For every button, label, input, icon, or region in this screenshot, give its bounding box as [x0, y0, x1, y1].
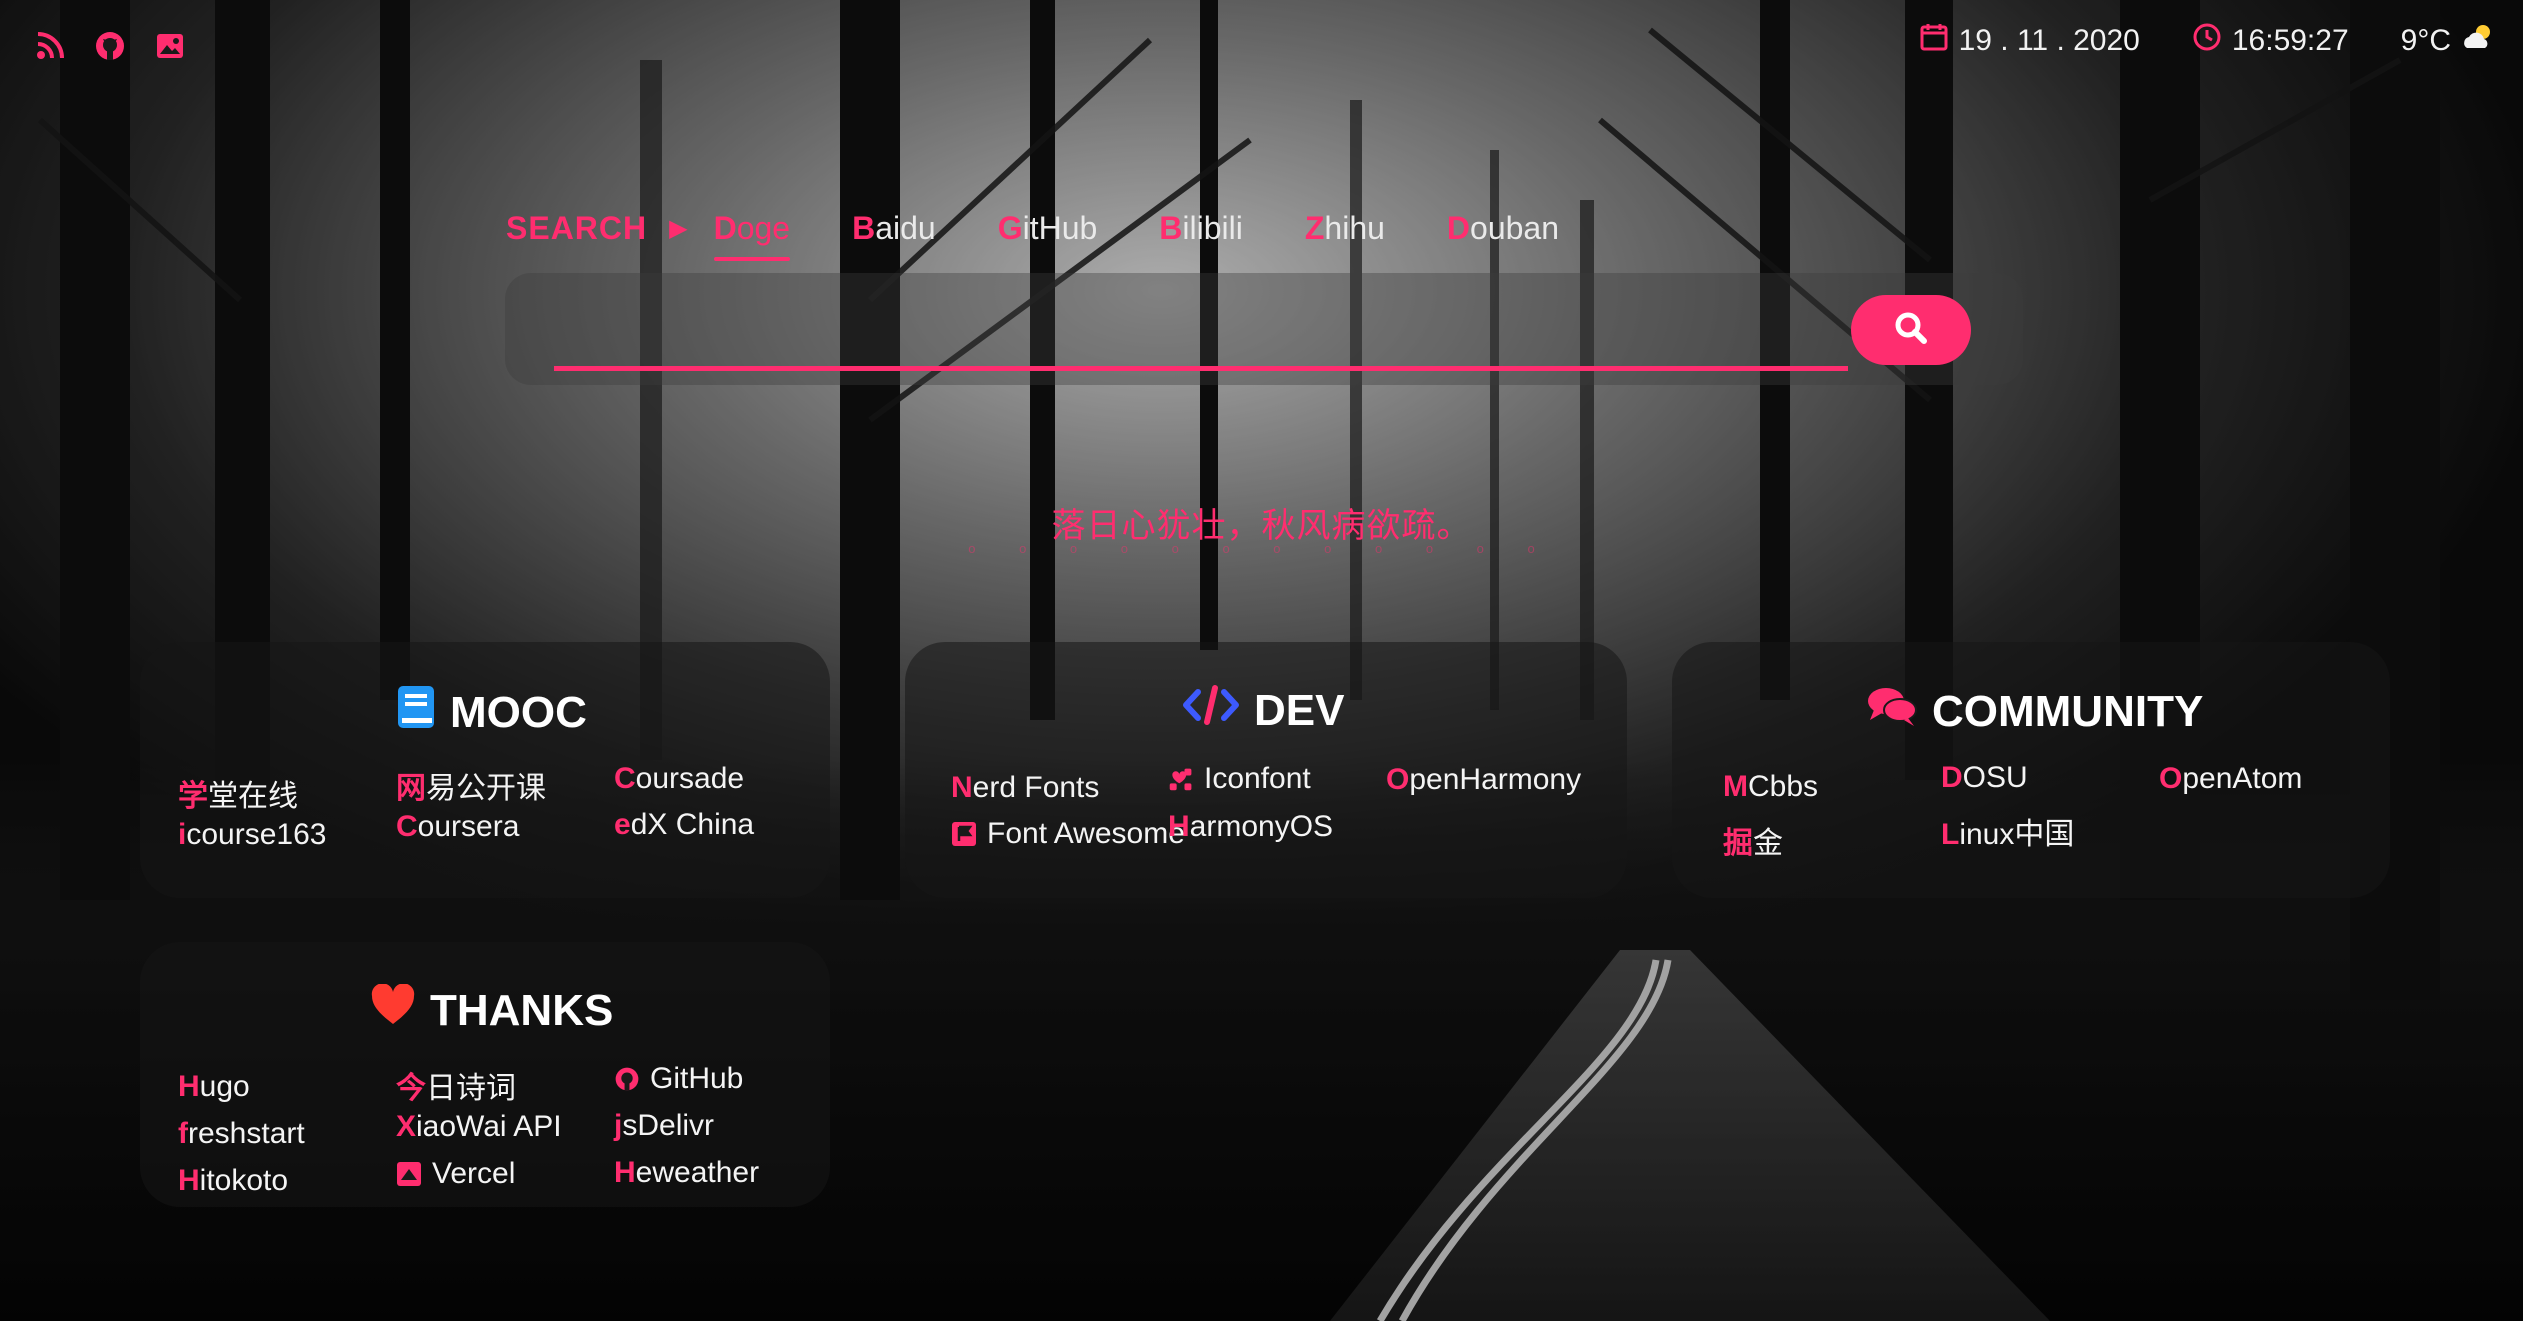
code-icon — [1182, 684, 1240, 737]
search-engine-tabs: SEARCH ▶ Doge Baidu GitHub Bilibili Zhih… — [506, 210, 1621, 261]
link-hugo[interactable]: Hugo — [178, 1070, 250, 1104]
link-jinrishici[interactable]: 今日诗词 — [396, 1063, 516, 1107]
link-coursera[interactable]: Coursera — [396, 810, 519, 844]
top-icon-bar — [32, 28, 188, 64]
link-hitokoto[interactable]: Hitokoto — [178, 1164, 288, 1198]
link-linux-cn[interactable]: Linux中国 — [1941, 809, 2074, 853]
link-nerd-fonts[interactable]: Nerd Fonts — [951, 771, 1099, 805]
tab-bilibili[interactable]: Bilibili — [1159, 210, 1243, 247]
comments-icon — [1866, 684, 1918, 739]
search-input[interactable] — [554, 300, 1848, 371]
tab-zhihu[interactable]: Zhihu — [1305, 210, 1385, 247]
time-text: 16:59:27 — [2231, 24, 2349, 57]
link-heweather[interactable]: Heweather — [614, 1156, 759, 1190]
dev-title: DEV — [1182, 684, 1344, 737]
link-freshstart[interactable]: freshstart — [178, 1117, 305, 1151]
font-awesome-icon — [951, 821, 977, 847]
weather-display: 9°C — [2401, 22, 2495, 60]
tab-baidu[interactable]: Baidu — [852, 210, 936, 247]
link-icourse163[interactable]: icourse163 — [178, 818, 326, 852]
link-edx-china[interactable]: edX China — [614, 808, 754, 842]
tab-doge[interactable]: Doge — [713, 210, 790, 261]
link-dosu[interactable]: DOSU — [1941, 761, 2028, 795]
link-coursade[interactable]: Coursade — [614, 762, 744, 796]
poem-decoration: o o o o o o o o o o o o — [968, 541, 1555, 556]
link-jsdelivr[interactable]: jsDelivr — [614, 1109, 714, 1143]
link-github[interactable]: GitHub — [614, 1062, 743, 1096]
github-icon — [614, 1066, 640, 1092]
link-harmonyos[interactable]: HarmonyOS — [1168, 810, 1333, 844]
heart-icon — [370, 983, 416, 1037]
link-mcbbs[interactable]: MCbbs — [1723, 770, 1818, 804]
date-display: 19 . 11 . 2020 — [1919, 22, 2140, 60]
search-label: SEARCH — [506, 210, 648, 246]
search-icon — [1891, 308, 1931, 353]
book-icon — [396, 684, 436, 741]
link-font-awesome[interactable]: Font Awesome — [951, 817, 1185, 851]
clock-icon — [2192, 22, 2222, 60]
image-icon[interactable] — [152, 28, 188, 64]
date-text: 19 . 11 . 2020 — [1958, 24, 2140, 57]
link-iconfont[interactable]: Iconfont — [1168, 762, 1311, 796]
link-vercel[interactable]: Vercel — [396, 1157, 515, 1191]
calendar-icon — [1919, 22, 1949, 60]
partly-cloudy-icon — [2461, 22, 2495, 60]
link-openatom[interactable]: OpenAtom — [2159, 762, 2302, 796]
tab-douban[interactable]: Douban — [1447, 210, 1559, 247]
link-xiaowai-api[interactable]: XiaoWai API — [396, 1110, 562, 1144]
poem-line: 落日心犹壮，秋风病欲疏。 — [1051, 507, 1472, 545]
search-button[interactable] — [1851, 295, 1971, 365]
status-bar: 19 . 11 . 2020 16:59:27 9°C — [1919, 22, 2495, 60]
weather-text: 9°C — [2400, 24, 2451, 57]
mooc-title: MOOC — [396, 684, 587, 741]
github-icon[interactable] — [92, 28, 128, 64]
thanks-title: THANKS — [370, 983, 613, 1037]
iconfont-icon — [1168, 766, 1194, 792]
link-163-open-course[interactable]: 网易公开课 — [396, 763, 546, 807]
caret-right-icon: ▶ — [669, 215, 688, 242]
vercel-icon — [396, 1161, 422, 1187]
time-display: 16:59:27 — [2192, 22, 2349, 60]
community-title: COMMUNITY — [1866, 684, 2203, 739]
rss-icon[interactable] — [32, 28, 68, 64]
tab-github[interactable]: GitHub — [998, 210, 1098, 247]
link-openharmony[interactable]: OpenHarmony — [1386, 763, 1581, 797]
link-xuetangzaixian[interactable]: 学堂在线 — [178, 771, 298, 815]
link-juejin[interactable]: 掘金 — [1723, 818, 1783, 862]
